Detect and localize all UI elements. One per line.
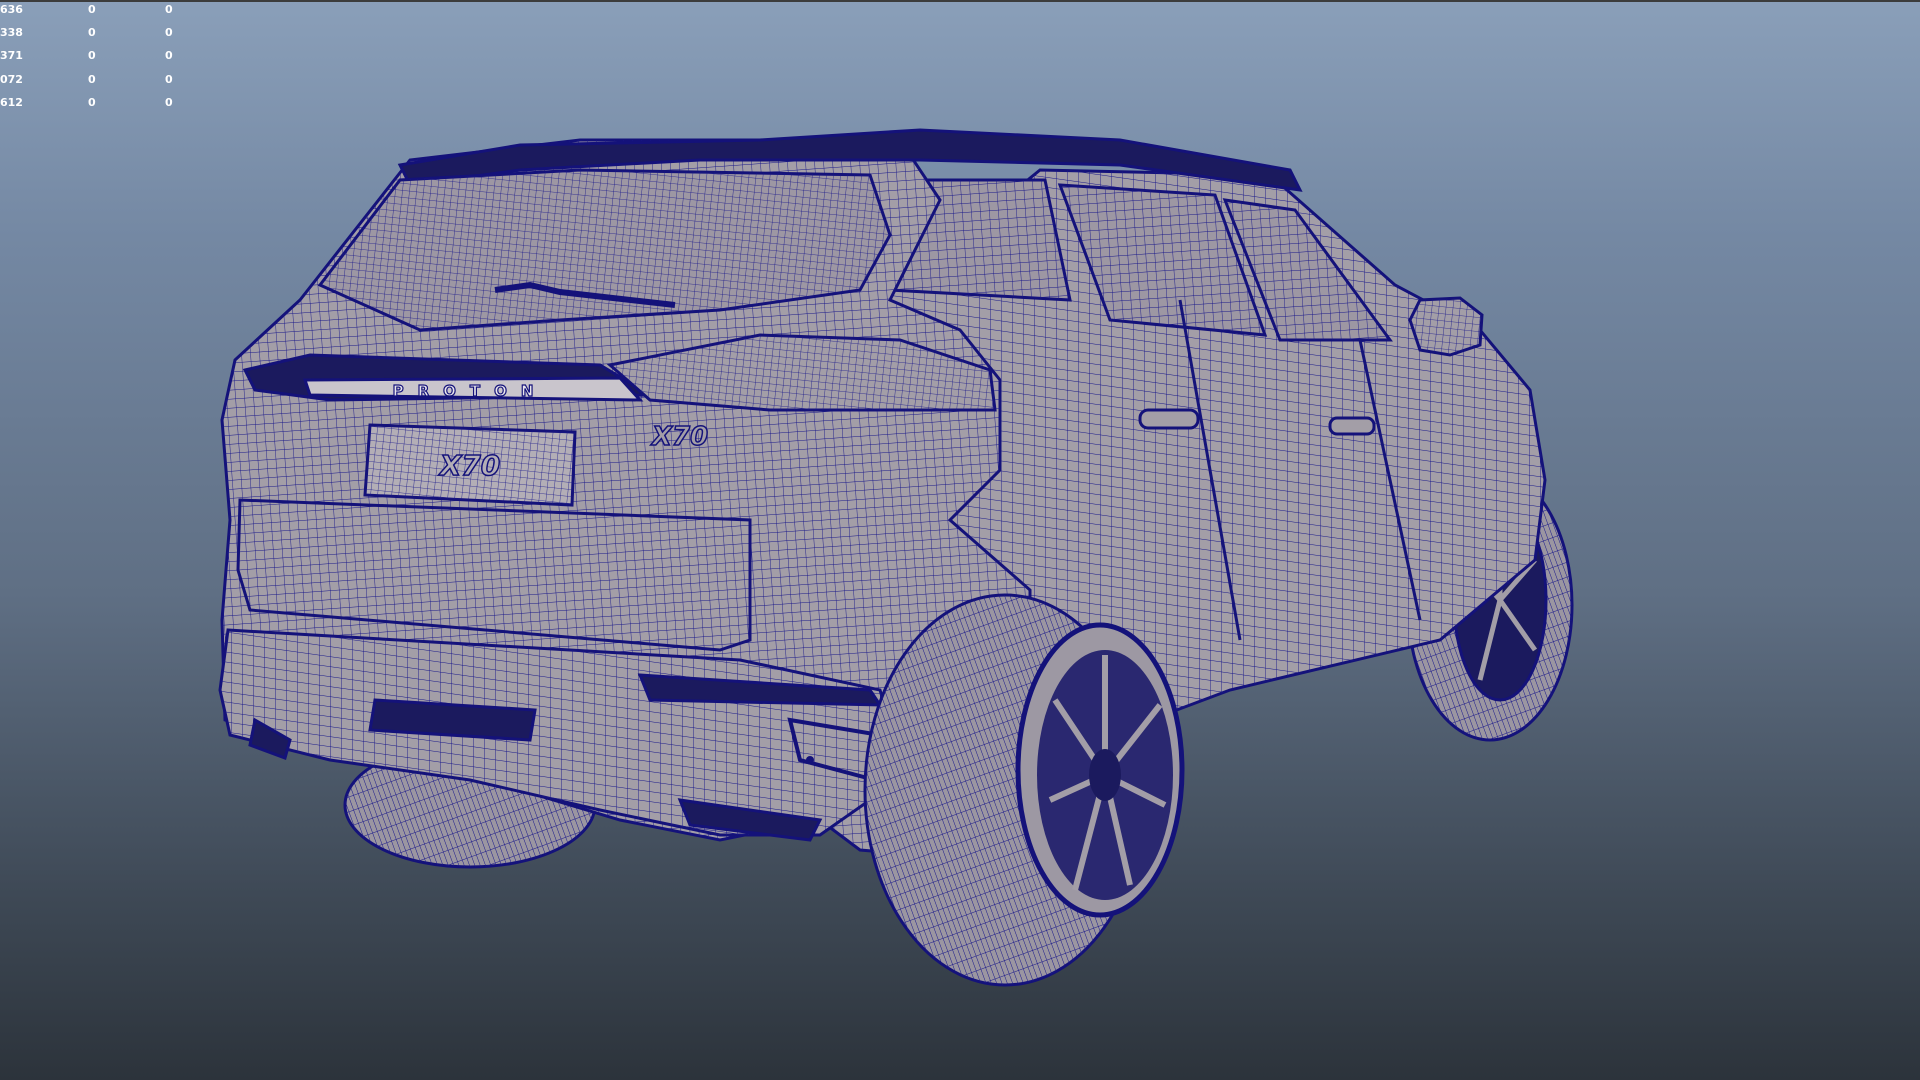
- side-mirror[interactable]: [1408, 296, 1484, 357]
- hud-value: 636: [0, 3, 23, 16]
- license-plate: X70: [363, 423, 577, 507]
- hud-row: 072 0 0: [0, 73, 200, 87]
- hud-value: 0: [165, 26, 173, 39]
- hud-value: 0: [165, 3, 173, 16]
- hud-value: 0: [88, 3, 96, 16]
- hud-value: 0: [165, 96, 173, 109]
- hud-row: 371 0 0: [0, 49, 200, 63]
- hud-row: 338 0 0: [0, 26, 200, 40]
- car-wireframe-model[interactable]: PROTON X70 X70: [0, 0, 1920, 1080]
- hud-value: 072: [0, 73, 23, 86]
- hud-value: 338: [0, 26, 23, 39]
- plate-model-text: X70: [438, 449, 501, 482]
- hud-value: 0: [88, 26, 96, 39]
- proton-badge-text: PROTON: [393, 382, 548, 400]
- hud-value: 0: [165, 73, 173, 86]
- x70-emblem: X70: [650, 422, 708, 452]
- hud-value: 371: [0, 49, 23, 62]
- hud-value: 0: [88, 73, 96, 86]
- hud-value: 0: [88, 49, 96, 62]
- maya-3d-viewport[interactable]: PROTON X70 X70 636 0 0 338 0 0 371 0 0 0…: [0, 0, 1920, 1080]
- hud-row: 636 0 0: [0, 3, 200, 17]
- hud-row: 612 0 0: [0, 96, 200, 110]
- hud-value: 0: [88, 96, 96, 109]
- hud-value: 0: [165, 49, 173, 62]
- rear-right-wheel[interactable]: [863, 593, 1185, 987]
- proton-badge-strip: PROTON: [302, 376, 644, 402]
- hud-value: 612: [0, 96, 23, 109]
